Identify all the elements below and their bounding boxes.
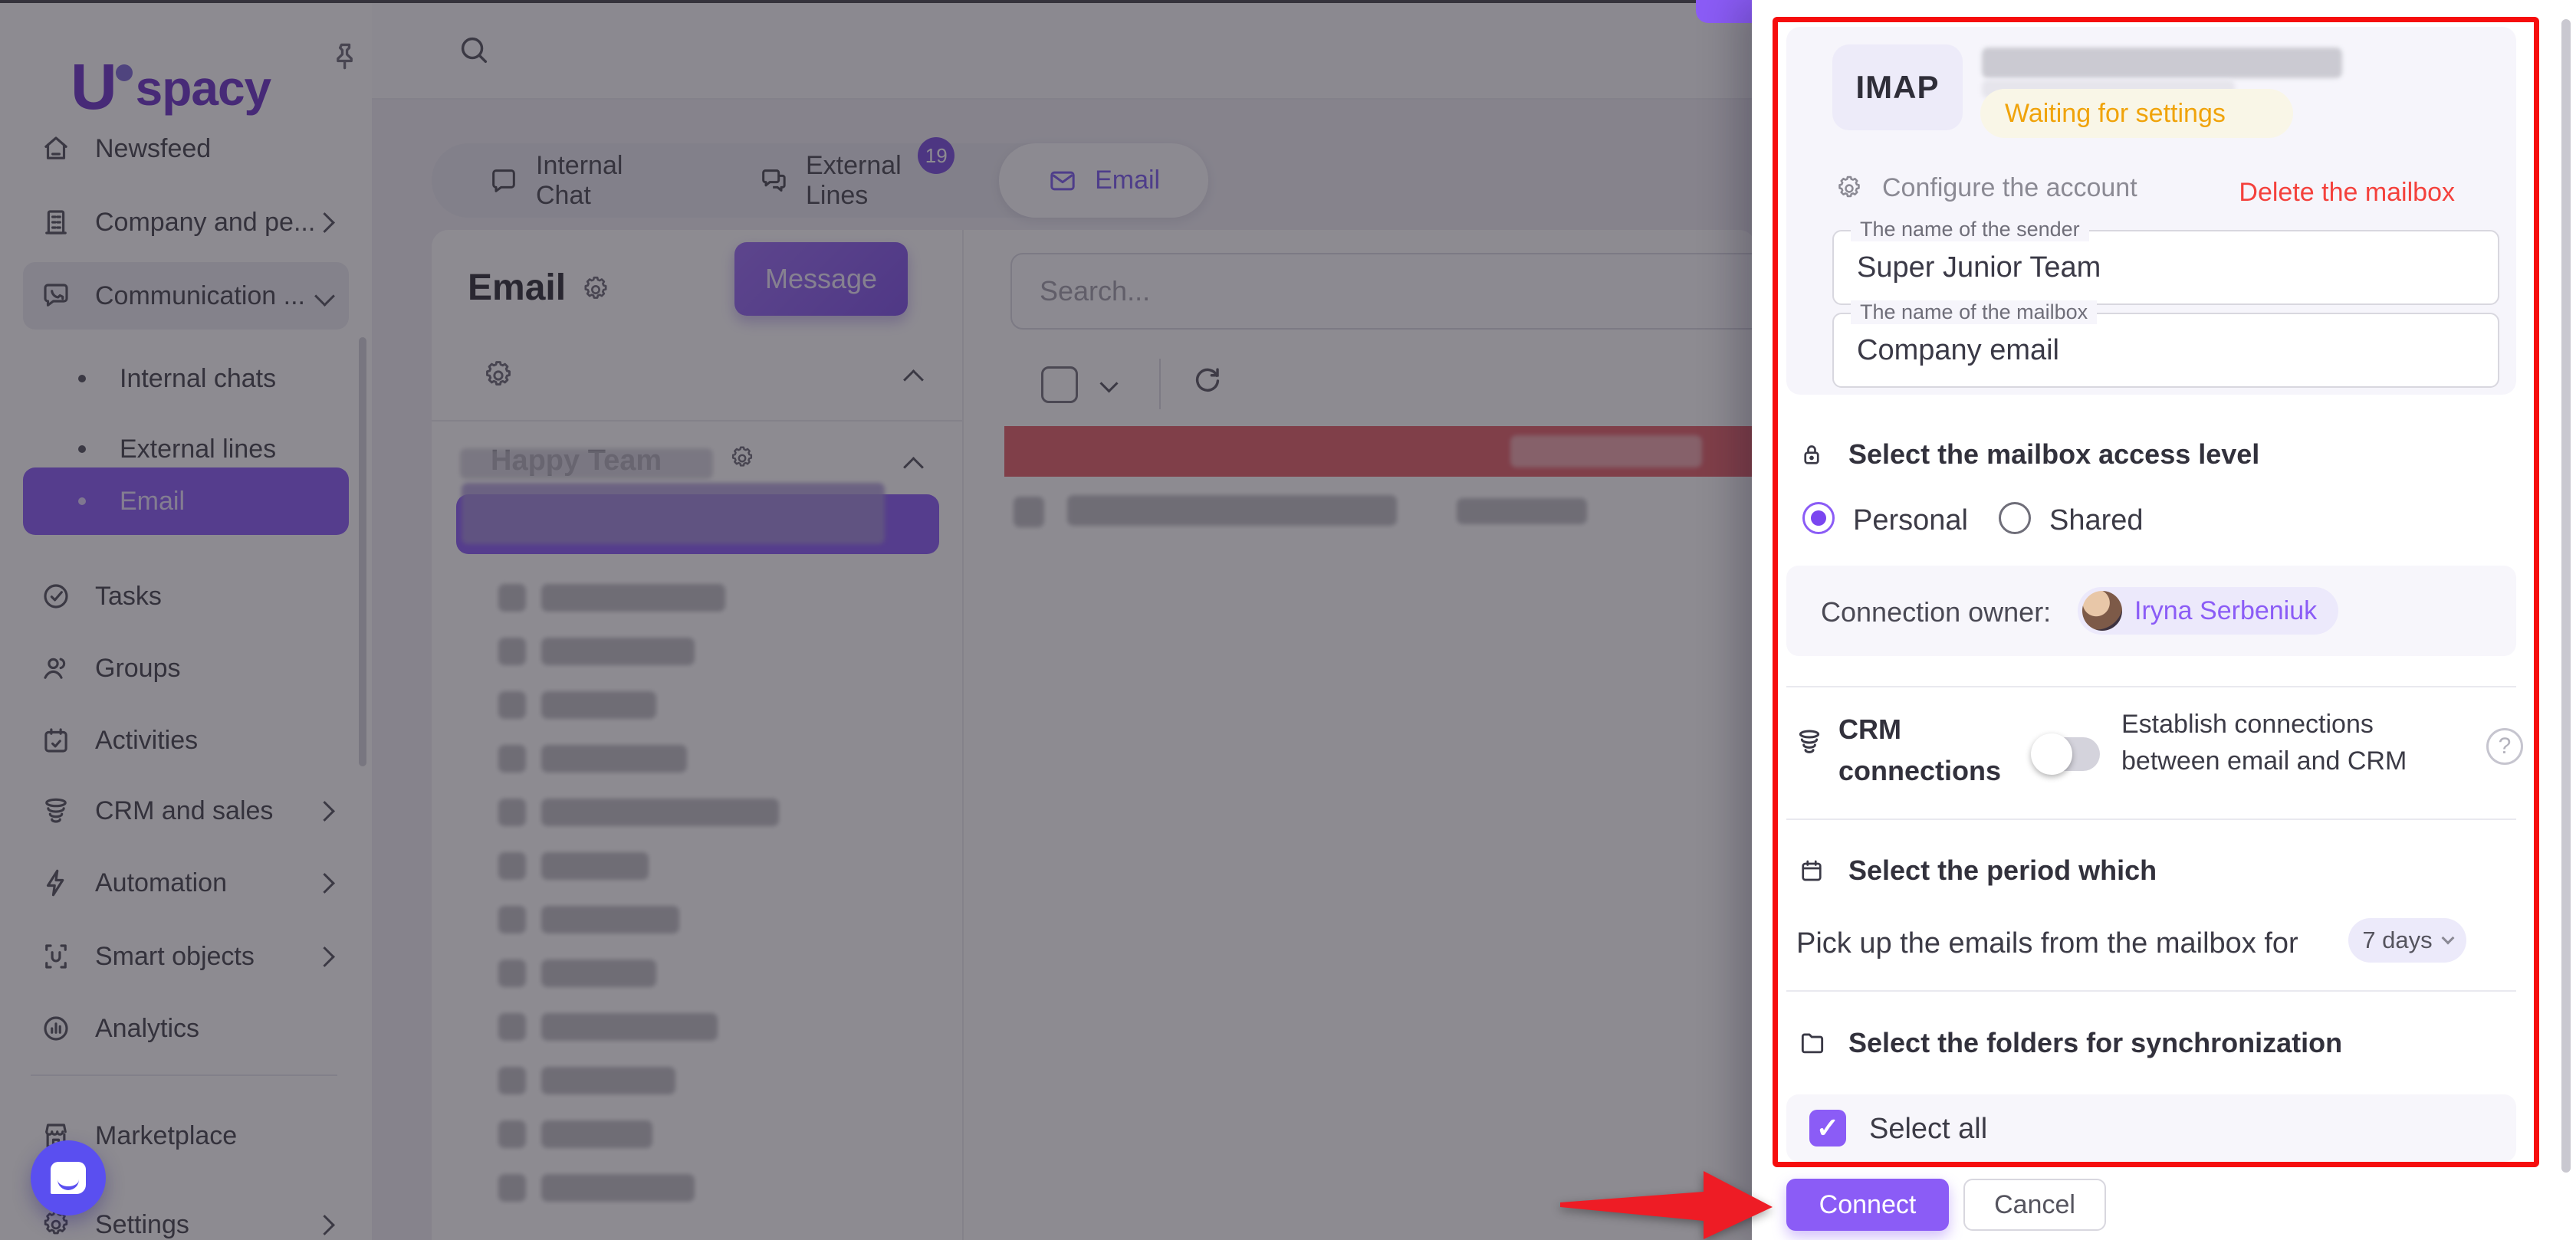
owner-name: Iryna Serbeniuk (2134, 596, 2317, 626)
sender-name-field: The name of the sender (1832, 230, 2499, 305)
gear-icon (1835, 174, 1864, 203)
section-divider (1786, 686, 2516, 687)
delete-mailbox-link[interactable]: Delete the mailbox (2239, 178, 2455, 208)
help-icon[interactable]: ? (2486, 728, 2523, 765)
protocol-badge: IMAP (1832, 44, 1963, 130)
uspacy-app: U spacy Newsfeed Company and pe... Commu… (0, 0, 2576, 1240)
crm-connections-title: CRM connections (1838, 709, 2030, 792)
radio-personal[interactable] (1802, 502, 1835, 534)
period-select[interactable]: 7 days (2348, 918, 2466, 963)
folders-section-title: Select the folders for synchronization (1798, 1027, 2342, 1059)
period-row-label: Pick up the emails from the mailbox for (1796, 927, 2298, 960)
mailbox-settings-drawer: IMAP Waiting for settings Configure the … (1752, 0, 2576, 1240)
section-title-label: Select the mailbox access level (1848, 438, 2259, 471)
chat-bubble-icon (51, 1162, 86, 1194)
radio-shared[interactable] (1999, 502, 2031, 534)
annotation-arrow (1549, 1153, 1779, 1240)
crm-connections-description: Establish connections between email and … (2121, 707, 2468, 779)
drawer-scrollbar[interactable] (2561, 19, 2571, 1173)
support-chat-fab[interactable] (31, 1140, 106, 1215)
modal-dim-overlay[interactable] (0, 0, 1752, 1240)
funnel-icon (1794, 727, 1825, 757)
calendar-icon (1798, 857, 1827, 884)
configure-account-label: Configure the account (1882, 173, 2137, 203)
select-all-label: Select all (1869, 1113, 1987, 1146)
folder-icon (1798, 1028, 1827, 1058)
connection-owner-row: Connection owner: Iryna Serbeniuk (1786, 566, 2516, 656)
select-all-row: ✓ Select all (1786, 1094, 2516, 1162)
lock-icon (1798, 441, 1827, 468)
mailbox-name-input[interactable] (1855, 314, 2469, 386)
radio-shared-label[interactable]: Shared (2049, 504, 2144, 537)
owner-chip[interactable]: Iryna Serbeniuk (2078, 587, 2338, 635)
redacted-email-address (1982, 48, 2342, 78)
top-edge-line (0, 0, 1752, 3)
avatar (2082, 591, 2122, 631)
toggle-knob (2031, 733, 2072, 775)
sender-name-input[interactable] (1855, 231, 2469, 303)
period-section-title: Select the period which (1798, 855, 2157, 887)
section-title-label: Select the period which (1848, 855, 2157, 887)
period-value: 7 days (2362, 927, 2432, 954)
hidden-action-button[interactable] (1696, 0, 1753, 23)
chevron-down-icon (2441, 932, 2454, 945)
connection-owner-label: Connection owner: (1821, 596, 2051, 628)
section-divider (1786, 990, 2516, 992)
cancel-button[interactable]: Cancel (1963, 1179, 2106, 1231)
connect-button[interactable]: Connect (1786, 1179, 1949, 1231)
crm-connections-toggle[interactable] (2034, 737, 2100, 771)
mailbox-name-field: The name of the mailbox (1832, 313, 2499, 388)
access-level-section-title: Select the mailbox access level (1798, 438, 2259, 471)
configure-account-link[interactable]: Configure the account (1835, 173, 2137, 203)
section-divider (1786, 818, 2516, 820)
select-all-checkbox[interactable]: ✓ (1809, 1110, 1846, 1147)
radio-personal-label[interactable]: Personal (1853, 504, 1968, 537)
status-badge: Waiting for settings (1980, 89, 2293, 138)
section-title-label: Select the folders for synchronization (1848, 1027, 2342, 1059)
